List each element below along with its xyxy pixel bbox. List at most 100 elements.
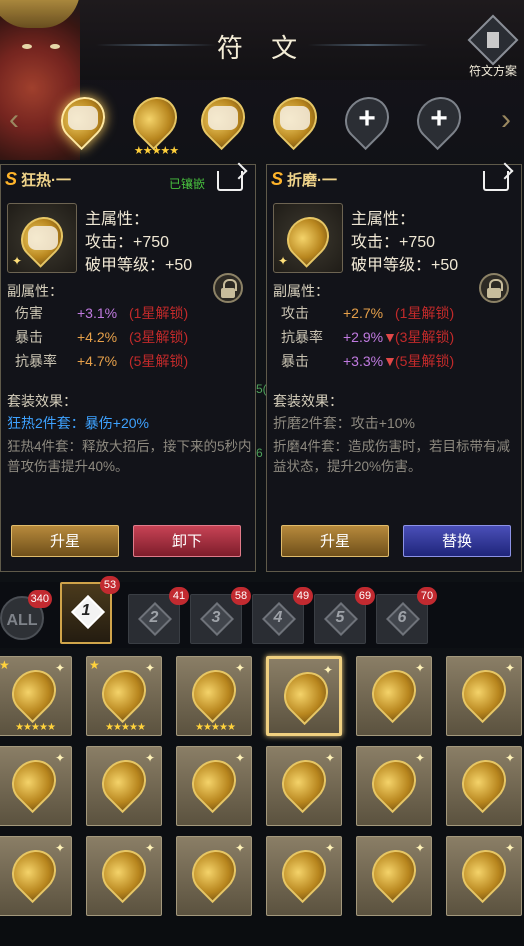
rune-slot-5[interactable]: + (335, 87, 399, 151)
rune-inventory-cell[interactable]: ✦ (266, 656, 342, 736)
tab-label: ALL (6, 612, 38, 629)
rune-inventory-cell[interactable]: ✦ (446, 656, 522, 736)
tab-rune-6[interactable]: 6 70 (376, 587, 437, 644)
sparkle-icon: ✦ (54, 751, 65, 765)
prev-arrow-icon[interactable]: ‹ (2, 102, 26, 138)
rune-slot-3[interactable] (191, 87, 255, 151)
decrease-arrow-icon: ▼ (383, 329, 397, 345)
rune-slot-6[interactable]: + (407, 87, 471, 151)
sparkle-icon: ✦ (324, 841, 335, 855)
sparkle-icon: ✦ (322, 663, 333, 677)
fist-icon (280, 106, 310, 130)
count-badge: 41 (169, 587, 189, 605)
sub-attr-unlock: (1星解锁) (395, 305, 455, 321)
rune-inventory-cell[interactable]: ✦ ★ ★★★★★ (86, 656, 162, 736)
sub-attr-row: 暴击 +3.3%▼(5星解锁) (281, 351, 517, 371)
sub-attr-unlock: (3星解锁) (129, 329, 189, 345)
fist-icon (208, 106, 238, 130)
rune-plan-button[interactable]: 符文方案 (466, 14, 520, 80)
tab-rune-2[interactable]: 2 41 (128, 587, 189, 644)
rune-inventory-cell[interactable]: ✦ (0, 836, 72, 916)
rune-icon-box: ✦ (273, 203, 343, 273)
sub-attr-name: 伤害 (15, 305, 43, 321)
middle-fragment: 5( (256, 382, 267, 396)
rune-name-text: 折磨·一 (287, 172, 338, 189)
page-title: 符 文 (216, 34, 308, 64)
rune-filter-tabs: ALL 340 1 53 2 41 3 58 4 49 5 69 6 70 (0, 576, 524, 648)
main-attr-label: 主属性： (85, 211, 150, 228)
tab-rune-4[interactable]: 4 49 (252, 587, 313, 644)
rune-inventory-cell[interactable]: ✦ (176, 836, 252, 916)
sparkle-icon: ✦ (414, 841, 425, 855)
rune-inventory-cell[interactable]: ✦ ★ ★★★★★ (0, 656, 72, 736)
main-attr-label: 主属性： (351, 211, 416, 228)
sparkle-icon: ✦ (504, 661, 515, 675)
sub-attr-label: 副属性： (7, 283, 63, 299)
replace-button[interactable]: 替换 (403, 525, 511, 557)
slot-stars: ★★★★★ (133, 145, 179, 157)
upgrade-star-button[interactable]: 升星 (11, 525, 119, 557)
rune-inventory-grid: ✦ ★ ★★★★★ ✦ ★ ★★★★★ ✦ ★★★★★ ✦ ✦ ✦ ✦ ✦ ✦ ✦ ✦ ✦ ✦ ✦ ✦ ✦ ✦ ✦ (0, 654, 524, 946)
rune-slot-4[interactable] (263, 87, 327, 151)
sub-attr-name: 抗暴率 (15, 353, 57, 369)
star-icon: ★ (0, 658, 10, 672)
sparkle-icon: ✦ (324, 751, 335, 765)
sub-attr-name: 暴击 (15, 329, 43, 345)
middle-fragment: 6 (256, 446, 263, 460)
rune-slot-1[interactable] (51, 87, 115, 151)
rune-inventory-cell[interactable]: ✦ (356, 746, 432, 826)
unequip-button[interactable]: 卸下 (133, 525, 241, 557)
sparkle-icon: ✦ (278, 254, 289, 268)
equipped-badge: 已镶嵌 (168, 177, 205, 191)
rune-inventory-cell[interactable]: ✦ (356, 656, 432, 736)
sparkle-icon: ✦ (504, 841, 515, 855)
rune-slot-2[interactable]: ★★★★★ (123, 87, 187, 157)
sub-attr-value: +3.1% (77, 305, 118, 321)
rune-inventory-cell[interactable]: ✦ (446, 836, 522, 916)
tab-all[interactable]: ALL 340 (0, 590, 52, 640)
rune-icon-box: ✦ (7, 203, 77, 273)
main-attr-attack: 攻击：+750 (351, 234, 436, 251)
lock-icon[interactable] (479, 273, 509, 303)
s-rank-icon: S (271, 169, 284, 189)
rune-inventory-cell[interactable]: ✦ ★★★★★ (176, 656, 252, 736)
sparkle-icon: ✦ (144, 751, 155, 765)
rune-inventory-cell[interactable]: ✦ (446, 746, 522, 826)
rune-inventory-cell[interactable]: ✦ (0, 746, 72, 826)
cell-stars: ★★★★★ (195, 722, 236, 733)
set-4-piece: 狂热4件套：释放大招后，接下来的5秒内普攻伤害提升40%。 (7, 439, 252, 474)
sparkle-icon: ✦ (12, 254, 23, 268)
sub-attr-unlock: (3星解锁) (395, 329, 455, 345)
fist-icon (68, 106, 98, 130)
tab-rune-1[interactable]: 1 53 (60, 576, 120, 644)
rune-name-text: 狂热·一 (21, 172, 72, 189)
sparkle-icon: ✦ (414, 661, 425, 675)
sparkle-icon: ✦ (504, 751, 515, 765)
compare-rune-panel: S 折磨·一 ✦ 主属性： 攻击：+750 破甲等级：+50 副属性： 攻击 +2.… (266, 164, 522, 572)
next-arrow-icon[interactable]: › (494, 102, 518, 138)
sub-attr-unlock: (5星解锁) (129, 353, 189, 369)
rune-inventory-cell[interactable]: ✦ (266, 746, 342, 826)
upgrade-star-button[interactable]: 升星 (281, 525, 389, 557)
rune-inventory-cell[interactable]: ✦ (356, 836, 432, 916)
sub-attr-label: 副属性： (273, 283, 329, 299)
set-2-piece: 狂热2件套：暴伤+20% (7, 415, 149, 431)
lock-icon[interactable] (213, 273, 243, 303)
cell-stars: ★★★★★ (15, 722, 56, 733)
rune-screen: 符 文 符文方案 ‹ ★★★★★ + + › S 狂热·一 已镶嵌 ✦ 主属性：… (0, 0, 524, 946)
fist-icon (28, 226, 58, 250)
sub-attr-name: 抗暴率 (281, 329, 323, 345)
tab-rune-5[interactable]: 5 69 (314, 587, 375, 644)
share-icon[interactable] (217, 171, 243, 191)
sub-attr-row: 伤害 +3.1% (1星解锁) (15, 303, 251, 323)
share-icon[interactable] (483, 171, 509, 191)
rune-inventory-cell[interactable]: ✦ (86, 836, 162, 916)
rune-inventory-cell[interactable]: ✦ (86, 746, 162, 826)
rune-inventory-cell[interactable]: ✦ (266, 836, 342, 916)
count-badge: 58 (231, 587, 251, 605)
rune-inventory-cell[interactable]: ✦ (176, 746, 252, 826)
tab-label: 6 (397, 609, 407, 626)
count-badge: 340 (27, 590, 52, 608)
sparkle-icon: ✦ (54, 661, 65, 675)
tab-rune-3[interactable]: 3 58 (190, 587, 251, 644)
